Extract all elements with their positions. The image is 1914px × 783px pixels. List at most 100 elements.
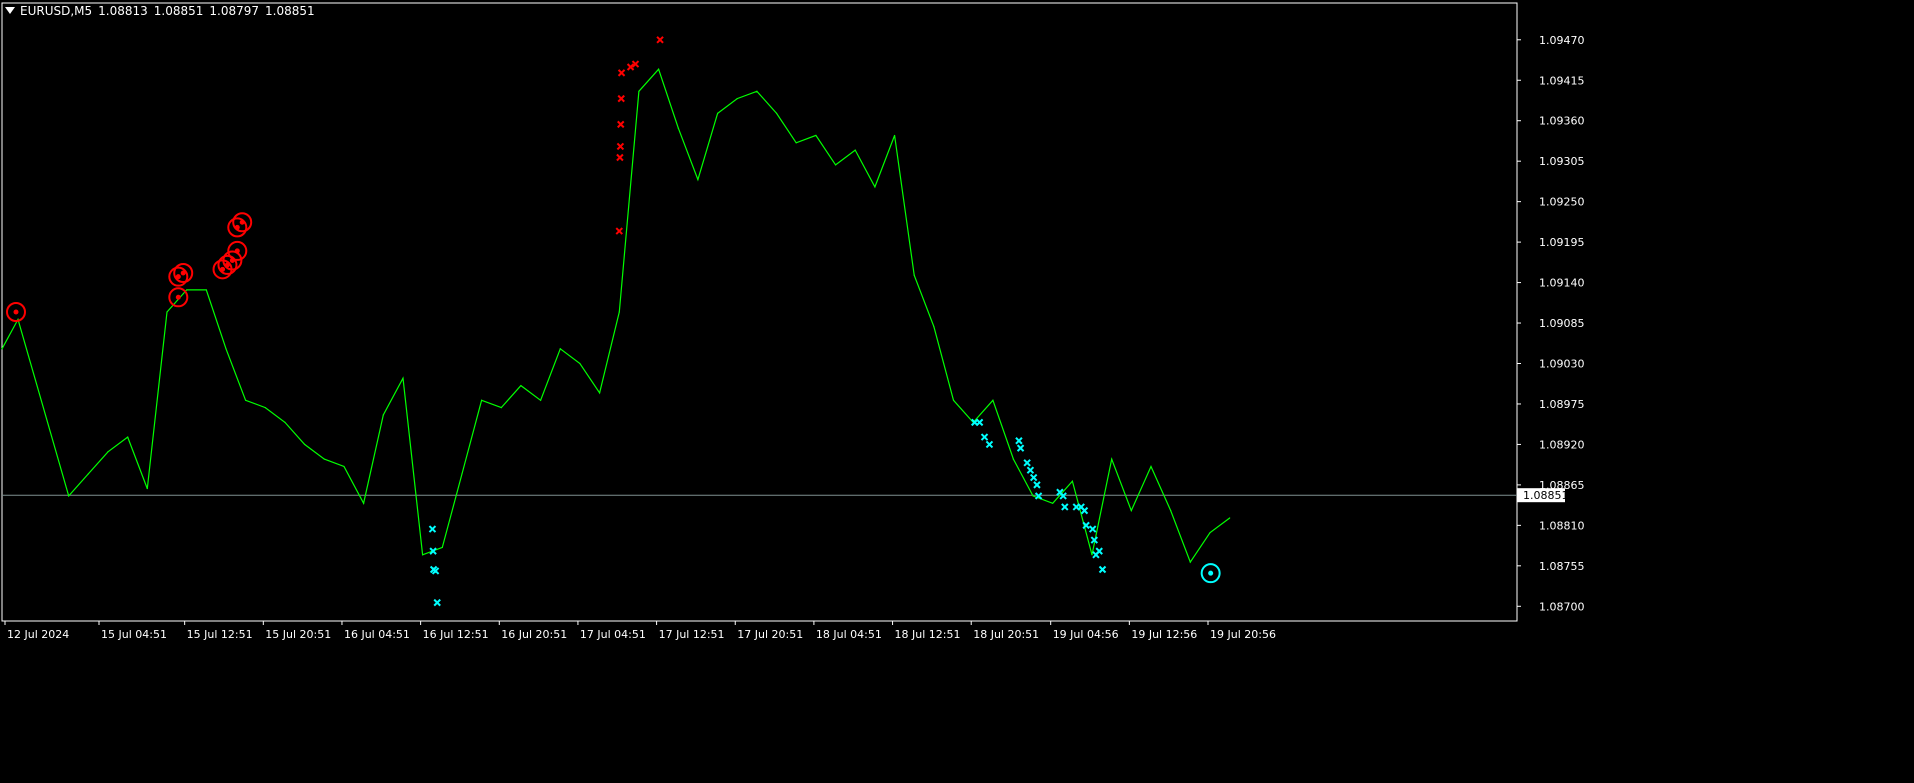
chart-menu-triangle-icon[interactable] <box>5 7 15 14</box>
price-point <box>1111 458 1113 460</box>
x-tick-label: 17 Jul 04:51 <box>580 628 646 641</box>
price-point <box>264 407 266 409</box>
price-point <box>225 348 227 350</box>
price-point <box>795 142 797 144</box>
x-tick-label: 16 Jul 04:51 <box>344 628 410 641</box>
price-point <box>834 164 837 166</box>
x-tick-label: 18 Jul 20:51 <box>973 628 1039 641</box>
price-point <box>1071 480 1073 482</box>
buy-signal-dot <box>1208 570 1214 576</box>
chart-background <box>0 0 1914 783</box>
sell-signal-dot <box>180 270 186 276</box>
x-tick-label: 17 Jul 20:51 <box>737 628 803 641</box>
price-point <box>874 186 876 188</box>
chart-header: EURUSD,M5 1.08813 1.08851 1.08797 1.08851 <box>5 4 321 18</box>
price-point <box>1032 495 1034 497</box>
price-point <box>127 436 129 438</box>
price-point <box>716 112 719 114</box>
sell-signal-dot <box>239 219 245 225</box>
price-point <box>363 502 365 504</box>
y-tick-label: 1.09140 <box>1539 277 1585 290</box>
price-point <box>107 451 109 453</box>
price-point <box>284 421 286 423</box>
y-tick-label: 1.09305 <box>1539 155 1585 168</box>
price-point <box>461 473 463 475</box>
price-point <box>146 487 148 490</box>
price-point <box>579 362 581 365</box>
y-tick-label: 1.09195 <box>1539 236 1585 249</box>
price-point <box>1091 554 1093 556</box>
price-point <box>736 98 738 100</box>
price-point <box>87 473 89 475</box>
price-point <box>893 134 896 137</box>
high-value: 1.08851 <box>153 4 204 18</box>
price-point <box>304 443 306 446</box>
price-point <box>638 90 640 92</box>
y-tick-label: 1.09250 <box>1539 196 1585 209</box>
price-point <box>382 414 384 416</box>
x-tick-label: 19 Jul 12:56 <box>1131 628 1197 641</box>
y-tick-label: 1.09360 <box>1539 115 1585 128</box>
price-point <box>500 407 502 409</box>
y-tick-label: 1.09030 <box>1539 358 1585 371</box>
price-point <box>1012 458 1014 460</box>
x-tick-label: 16 Jul 12:51 <box>423 628 489 641</box>
x-tick-label: 18 Jul 04:51 <box>816 628 882 641</box>
price-point <box>933 326 935 328</box>
price-point <box>422 554 424 556</box>
y-tick-label: 1.08920 <box>1539 438 1585 451</box>
price-point <box>1229 517 1231 519</box>
x-tick-label: 16 Jul 20:51 <box>501 628 567 641</box>
price-point <box>854 149 856 151</box>
price-point <box>1150 465 1152 468</box>
sell-signal-dot <box>13 309 19 315</box>
sell-signal-dot <box>175 294 181 300</box>
price-point <box>815 134 817 137</box>
current-price-label: 1.08851 <box>1523 489 1569 502</box>
price-point <box>952 399 955 401</box>
price-point <box>1 348 3 350</box>
price-point <box>677 127 679 129</box>
price-point <box>618 311 620 313</box>
price-point <box>540 399 542 401</box>
price-point <box>1209 532 1211 534</box>
price-point <box>1189 561 1191 563</box>
y-tick-label: 1.08755 <box>1539 560 1585 573</box>
price-point <box>598 392 601 394</box>
close-value: 1.08851 <box>265 4 315 18</box>
price-point <box>775 112 778 114</box>
symbol-label: EURUSD,M5 <box>20 4 93 18</box>
price-point <box>205 289 207 291</box>
price-point <box>323 458 325 460</box>
y-tick-label: 1.09085 <box>1539 317 1585 330</box>
x-tick-label: 15 Jul 12:51 <box>187 628 253 641</box>
price-point <box>756 90 758 92</box>
price-point <box>343 465 345 468</box>
y-tick-label: 1.08975 <box>1539 398 1585 411</box>
x-tick-label: 15 Jul 20:51 <box>265 628 331 641</box>
sell-signal-dot <box>234 248 240 254</box>
y-tick-label: 1.09470 <box>1539 34 1585 47</box>
y-tick-label: 1.08700 <box>1539 600 1585 613</box>
price-point <box>166 311 168 313</box>
price-point <box>520 384 522 387</box>
x-tick-label: 15 Jul 04:51 <box>101 628 167 641</box>
price-point <box>441 546 443 549</box>
y-tick-label: 1.08810 <box>1539 519 1585 532</box>
price-point <box>913 274 915 276</box>
x-tick-label: 12 Jul 2024 <box>7 628 69 641</box>
open-value: 1.08813 <box>98 4 148 18</box>
price-point <box>481 399 483 401</box>
price-point <box>186 289 188 291</box>
x-tick-label: 19 Jul 20:56 <box>1210 628 1276 641</box>
x-tick-label: 18 Jul 12:51 <box>895 628 961 641</box>
price-point <box>1170 510 1172 512</box>
price-point <box>1130 510 1132 512</box>
price-chart[interactable]: 1.09470 1.09415 1.09360 1.09305 1.09250 1.091… <box>0 0 1914 783</box>
price-point <box>697 178 699 181</box>
price-point <box>657 68 660 70</box>
low-value: 1.08797 <box>209 4 260 18</box>
price-point <box>1052 502 1054 504</box>
y-tick-label: 1.09415 <box>1539 74 1585 87</box>
x-tick-label: 19 Jul 04:56 <box>1053 628 1119 641</box>
